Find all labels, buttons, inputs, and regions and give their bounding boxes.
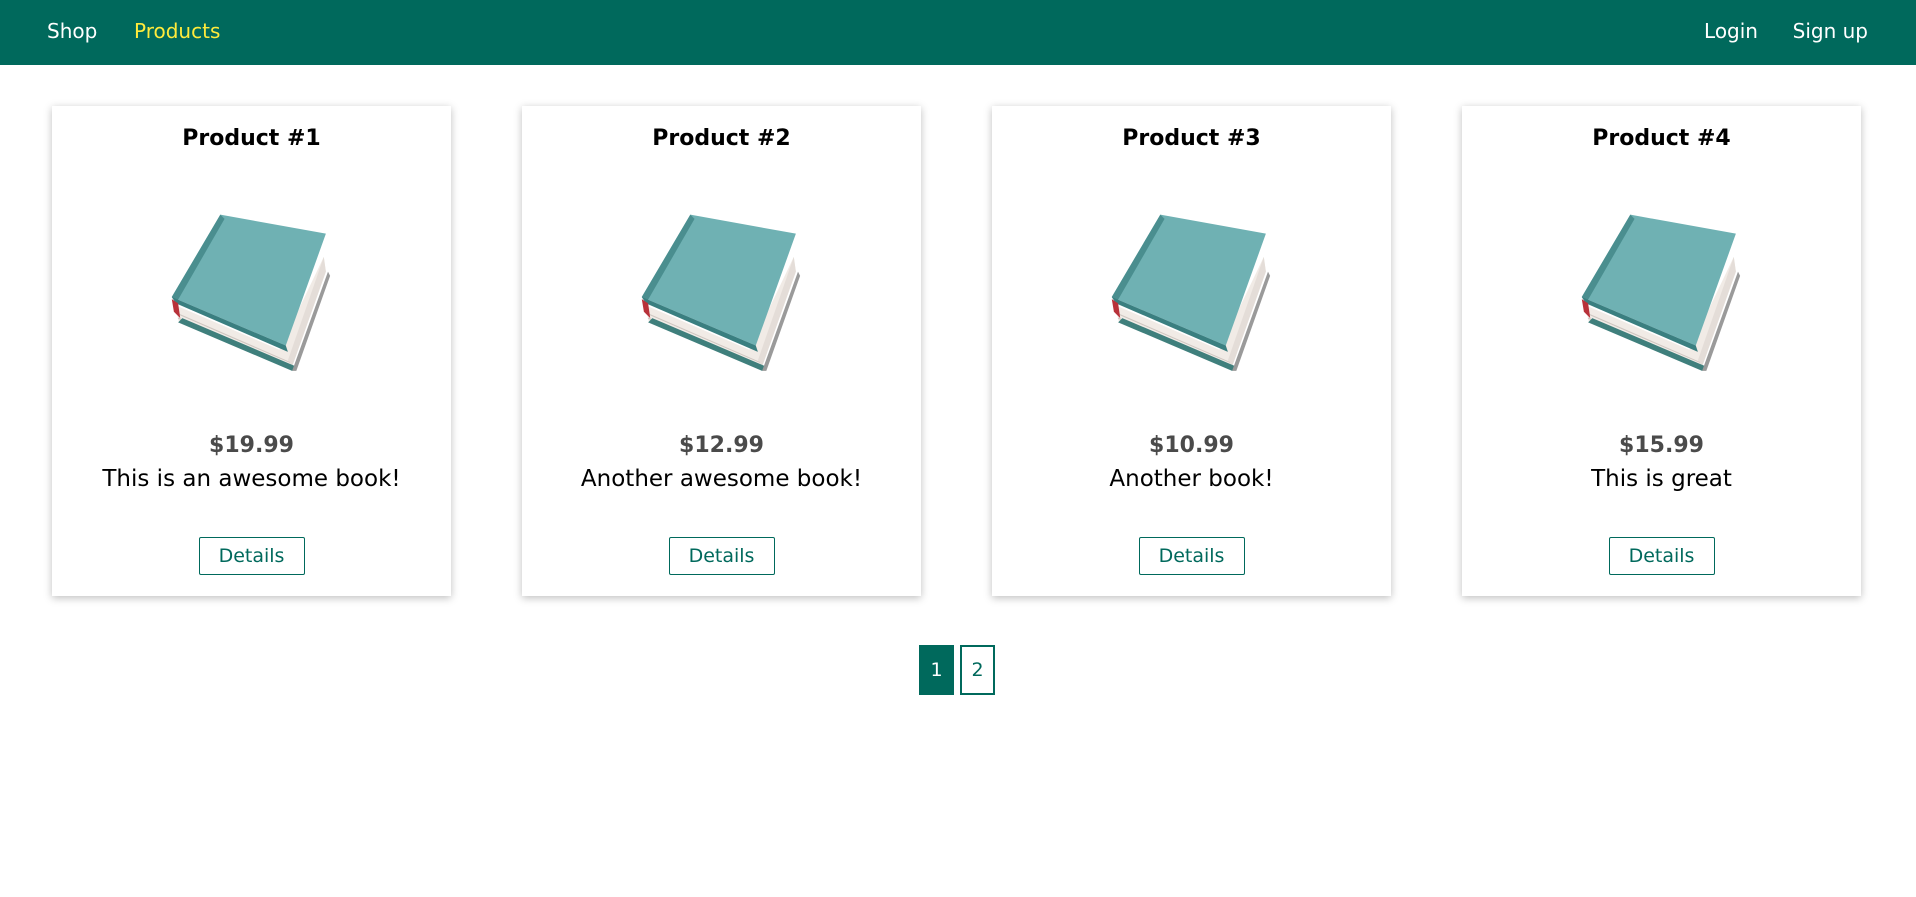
product-description: Another awesome book!: [580, 466, 863, 492]
product-card: Product #1 $19.99 This is an awesome boo…: [52, 106, 451, 596]
nav-shop-link[interactable]: Shop: [47, 0, 97, 65]
product-title: Product #3: [1122, 126, 1261, 151]
product-title: Product #1: [182, 126, 321, 151]
book-image: [641, 214, 801, 372]
top-navbar: Shop Products Login Sign up: [0, 0, 1916, 65]
details-button[interactable]: Details: [1608, 537, 1715, 575]
product-title: Product #2: [652, 126, 791, 151]
details-button[interactable]: Details: [1138, 537, 1245, 575]
nav-signup-link[interactable]: Sign up: [1793, 0, 1868, 65]
details-button[interactable]: Details: [198, 537, 305, 575]
product-price: $10.99: [1149, 433, 1234, 458]
book-image: [171, 214, 331, 372]
page-1-button[interactable]: 1: [919, 645, 954, 695]
product-price: $12.99: [679, 433, 764, 458]
details-button[interactable]: Details: [668, 537, 775, 575]
book-image: [1111, 214, 1271, 372]
page-2-button[interactable]: 2: [960, 645, 995, 695]
product-description: Another book!: [1109, 466, 1274, 492]
nav-login-link[interactable]: Login: [1704, 0, 1758, 65]
product-description: This is an awesome book!: [102, 466, 401, 492]
book-image: [1581, 214, 1741, 372]
nav-products-link[interactable]: Products: [134, 0, 220, 65]
product-description: This is great: [1591, 466, 1732, 492]
product-card: Product #3 $10.99 Another book! Details: [992, 106, 1391, 596]
product-card: Product #4 $15.99 This is great Details: [1462, 106, 1861, 596]
product-price: $15.99: [1619, 433, 1704, 458]
product-card: Product #2 $12.99 Another awesome book! …: [522, 106, 921, 596]
product-title: Product #4: [1592, 126, 1731, 151]
product-price: $19.99: [209, 433, 294, 458]
